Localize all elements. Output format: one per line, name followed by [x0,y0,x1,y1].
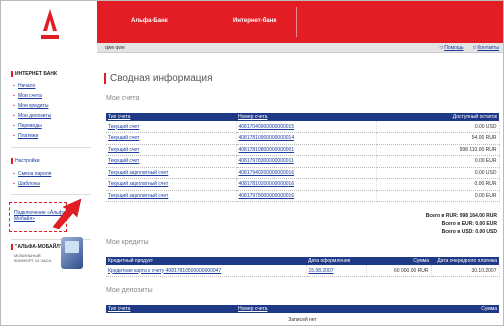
account-number-link[interactable]: 40817940200000000016 [239,170,295,176]
account-number-link[interactable]: 40817040900000000015 [239,124,295,130]
deposits-heading: Мои депозиты [106,287,153,294]
logo-area [1,1,97,43]
account-number-link[interactable]: 40817810900000000014 [239,135,295,141]
account-balance: 0.00 RUR [376,178,500,191]
page-title: Сводная информация [104,73,213,84]
help-icon: □ [439,45,443,51]
table-row: Текущий зарплатный счет 4081797800000000… [106,190,500,202]
pointer-arrow-icon [52,198,82,229]
credits-table: Кредитный продукт Дата оформления Сумма … [106,257,500,277]
promo-text: МОБИЛЬНЫЙ КОМФОРТ 24 ЧАСА [14,253,52,263]
no-records-text: Записей нет [288,317,317,323]
sidebar-item-deposits[interactable]: Мои депозиты [13,113,51,119]
sidebar-item-templates[interactable]: Шаблоны [13,181,40,187]
totals-block: Всего в RUR: 998 164.00 RUR Всего в EUR:… [426,212,497,236]
account-type-link[interactable]: Текущий счет [108,124,139,130]
sidebar-item-transfers[interactable]: Переводы [13,123,42,129]
col-credit-sum: Сумма [366,257,431,265]
sidebar-item-change-password[interactable]: Смена пароля [13,171,51,177]
account-number-link[interactable]: 40817978000000000016 [239,193,295,199]
col-deposit-type[interactable]: Тип счета [106,305,236,313]
col-available-balance: Доступный остаток [376,113,499,121]
main-content: Сводная информация Мои счета Тип счета Н… [97,53,503,325]
sidebar-item-credits[interactable]: Мои кредиты [13,103,48,109]
account-number-link[interactable]: 40817978300000000011 [239,158,294,164]
account-balance: 0.00 USD [376,121,500,133]
top-header: Альфа-Банк Интернет-банк [97,1,503,43]
header-divider [296,7,297,37]
total-eur: Всего в EUR: 0.00 EUR [441,221,497,227]
accounts-heading: Мои счета [106,95,140,102]
table-row: Текущий счет 40817810800000000001 998 11… [106,144,500,156]
accounts-table: Тип счета Номер счета Доступный остаток … [106,113,500,202]
account-type-link[interactable]: Текущий счет [108,158,139,164]
account-balance: 54.00 RUR [376,132,500,145]
credit-product-link[interactable]: Кредитная карта к счету 4081781050000000… [108,268,221,274]
sidebar-item-home[interactable]: Начало [13,83,36,89]
alfa-bank-logo-icon[interactable] [37,7,63,41]
app-window: Альфа-Банк Интернет-банк qwe qwe □ Помощ… [0,0,504,326]
sidebar-divider [11,147,91,148]
help-link[interactable]: Помощь [444,45,463,51]
account-balance: 0.00 USD [376,167,500,179]
account-type-link[interactable]: Текущий зарплатный счет [108,170,168,176]
col-account-number[interactable]: Номер счета [236,113,376,121]
account-type-link[interactable]: Текущий счет [108,147,139,153]
user-bar: qwe qwe □ Помощь □ Контакты [97,43,503,53]
table-row: Текущий зарплатный счет 4081794020000000… [106,167,500,179]
sidebar: ИНТЕРНЕТ БАНК Начало Мои счета Мои креди… [1,53,97,325]
section-internet-bank: ИНТЕРНЕТ БАНК [11,71,57,77]
promo-title: "АЛЬФА-МОБАЙЛ" [11,244,62,250]
credit-date-link[interactable]: 15.08.2007 [309,268,334,274]
contacts-icon: □ [472,45,476,51]
table-row: Текущий счет 40817040900000000015 0.00 U… [106,121,500,133]
account-type-link[interactable]: Текущий зарплатный счет [108,193,168,199]
section-settings[interactable]: Настройки [11,158,40,164]
total-rur: Всего в RUR: 998 164.00 RUR [425,213,497,219]
user-name: qwe qwe [105,45,125,51]
contacts-link[interactable]: Контакты [477,45,499,51]
account-type-link[interactable]: Текущий счет [108,135,139,141]
account-number-link[interactable]: 40817810200000000016 [239,181,295,187]
account-balance: 0.00 EUR [376,155,500,168]
account-balance: 998 110.00 RUR [376,144,500,156]
table-row: Текущий зарплатный счет 4081781020000000… [106,178,500,191]
credit-next-payment: 30.10.2007 [431,265,500,277]
utility-links: □ Помощь □ Контакты [432,45,499,51]
col-credit-next-payment: Дата очередного платежа [431,257,499,265]
col-account-type[interactable]: Тип счета [106,113,236,121]
sidebar-item-accounts[interactable]: Мои счета [13,93,42,99]
table-row: Текущий счет 40817978300000000011 0.00 E… [106,155,500,168]
deposits-table: Тип счета Номер счета Сумма [106,305,499,313]
alfa-bank-link[interactable]: Альфа-Банк [131,18,168,24]
phone-image[interactable] [61,237,83,269]
credits-heading: Мои кредиты [106,239,149,246]
table-row: Кредитная карта к счету 4081781050000000… [106,265,500,277]
account-balance: 0.00 EUR [376,190,500,202]
internet-bank-link[interactable]: Интернет-банк [233,18,276,24]
col-credit-product: Кредитный продукт [106,257,306,265]
col-credit-date: Дата оформления [306,257,366,265]
credit-sum: 60 000.00 RUR [366,265,432,277]
total-usd: Всего в USD: 0.00 USD [441,229,497,235]
account-type-link[interactable]: Текущий зарплатный счет [108,181,168,187]
col-deposit-sum: Сумма [376,305,499,313]
sidebar-item-payments[interactable]: Платежи [13,133,38,139]
col-deposit-number[interactable]: Номер счета [236,305,376,313]
account-number-link[interactable]: 40817810800000000001 [239,147,295,153]
table-row: Текущий счет 40817810900000000014 54.00 … [106,132,500,145]
